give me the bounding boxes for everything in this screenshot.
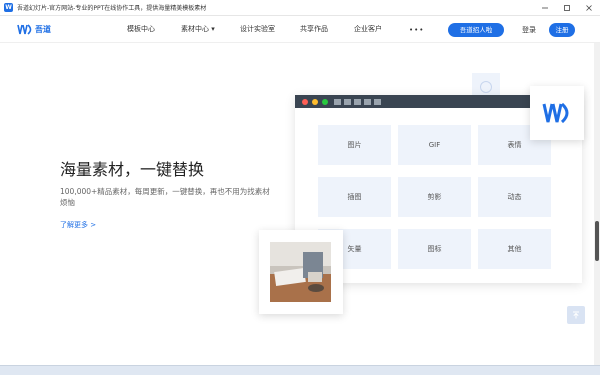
minimize-icon[interactable] — [534, 0, 556, 16]
maximize-icon[interactable] — [556, 0, 578, 16]
toolbar-block — [364, 98, 371, 105]
login-link[interactable]: 登录 — [522, 23, 536, 37]
app-icon: W — [4, 3, 13, 12]
wudao-logo-icon — [17, 24, 32, 35]
workspace-photo — [270, 242, 331, 302]
taskbar-strip — [0, 365, 600, 375]
category-cell-silhouettes[interactable]: 剪影 — [398, 177, 471, 217]
green-dot-icon — [322, 98, 328, 105]
hiring-button[interactable]: 吾道招人啦 — [448, 23, 504, 37]
floating-logo-card — [530, 86, 584, 140]
window-titlebar: W 吾道幻灯片-官方网站-专业的PPT在线协作工具，提供海量精美模板素材 — [0, 0, 600, 16]
register-button[interactable]: 注册 — [549, 23, 575, 37]
nav-item-shared-works[interactable]: 共享作品 — [300, 16, 328, 43]
page-scrollbar[interactable] — [594, 43, 600, 365]
category-cell-gif[interactable]: GIF — [398, 125, 471, 165]
hero-title: 海量素材，一键替换 — [60, 160, 205, 179]
nav-item-design-lab[interactable]: 设计实验室 — [240, 16, 275, 43]
arrow-up-icon — [573, 311, 579, 319]
red-dot-icon — [302, 98, 308, 105]
category-cell-other[interactable]: 其他 — [478, 229, 551, 269]
hero-description: 100,000+精品素材，每周更新，一键替换，再也不用为找素材烦恼 — [60, 187, 270, 207]
logo-text: 吾道 — [35, 25, 51, 34]
site-logo[interactable]: 吾道 — [17, 24, 51, 35]
yellow-dot-icon — [312, 98, 318, 105]
app-icon-letter: W — [5, 3, 12, 11]
nav-item-templates[interactable]: 模板中心 — [127, 16, 155, 43]
back-to-top-button[interactable] — [567, 306, 585, 324]
category-cell-illustrations[interactable]: 插图 — [318, 177, 391, 217]
window-title: 吾道幻灯片-官方网站-专业的PPT在线协作工具，提供海量精美模板素材 — [17, 5, 207, 12]
nav-item-enterprise[interactable]: 企业客户 — [354, 16, 382, 43]
ellipsis-icon[interactable]: ••• — [409, 26, 424, 34]
window-controls — [534, 0, 600, 16]
wudao-logo-icon — [542, 102, 569, 124]
toolbar-block — [354, 98, 361, 105]
nav-item-materials[interactable]: 素材中心 ▾ — [181, 16, 215, 43]
toolbar-block — [344, 98, 351, 105]
category-cell-images[interactable]: 图片 — [318, 125, 391, 165]
toolbar-block — [374, 98, 381, 105]
top-nav: 吾道 模板中心 素材中心 ▾ 设计实验室 共享作品 企业客户 ••• 吾道招人啦… — [0, 16, 600, 43]
close-icon[interactable] — [578, 0, 600, 16]
scrollbar-thumb[interactable] — [595, 221, 599, 261]
toolbar-block — [334, 98, 341, 105]
category-cell-icons[interactable]: 图标 — [398, 229, 471, 269]
learn-more-link[interactable]: 了解更多 > — [60, 220, 96, 230]
floating-photo-card — [259, 230, 343, 314]
category-cell-animated[interactable]: 动态 — [478, 177, 551, 217]
